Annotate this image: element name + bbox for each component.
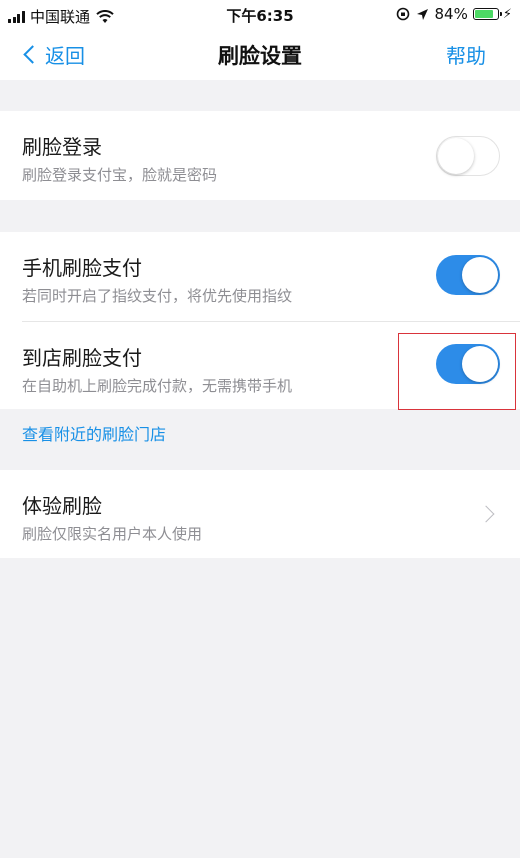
try-face-title: 体验刷脸 [22, 494, 102, 518]
try-face-subtitle: 刷脸仅限实名用户本人使用 [22, 525, 203, 543]
try-face-cell[interactable]: 体验刷脸 刷脸仅限实名用户本人使用 [0, 470, 520, 558]
store-face-pay-toggle[interactable] [436, 344, 500, 384]
face-pay-section: 手机刷脸支付 若同时开启了指纹支付，将优先使用指纹 到店刷脸支付 在自助机上刷脸… [0, 232, 520, 409]
face-login-toggle[interactable] [436, 136, 500, 176]
page-title: 刷脸设置 [218, 44, 302, 68]
phone-face-pay-cell: 手机刷脸支付 若同时开启了指纹支付，将优先使用指纹 [0, 232, 520, 321]
help-button[interactable]: 帮助 [446, 40, 486, 69]
status-bar: 中国联通 下午6:35 84% ⚡ [0, 0, 520, 30]
phone-face-pay-title: 手机刷脸支付 [22, 256, 142, 280]
toggle-knob [438, 138, 474, 174]
phone-face-pay-toggle[interactable] [436, 255, 500, 295]
orientation-lock-icon [396, 7, 409, 21]
store-face-pay-subtitle: 在自助机上刷脸完成付款，无需携带手机 [22, 377, 293, 395]
face-login-section: 刷脸登录 刷脸登录支付宝，脸就是密码 [0, 111, 520, 200]
battery-percent: 84% [434, 5, 468, 23]
charging-icon: ⚡ [502, 6, 512, 22]
location-icon [416, 8, 428, 20]
toggle-knob [462, 257, 498, 293]
face-login-cell: 刷脸登录 刷脸登录支付宝，脸就是密码 [0, 111, 520, 200]
store-face-pay-cell: 到店刷脸支付 在自助机上刷脸完成付款，无需携带手机 [0, 321, 520, 409]
nearby-stores-link[interactable]: 查看附近的刷脸门店 [22, 421, 166, 445]
status-right: 84% ⚡ [396, 5, 512, 23]
store-face-pay-title: 到店刷脸支付 [22, 346, 142, 370]
chevron-right-icon [477, 505, 495, 523]
try-face-section: 体验刷脸 刷脸仅限实名用户本人使用 [0, 470, 520, 558]
navigation-bar: 返回 刷脸设置 帮助 [0, 30, 520, 80]
battery-icon [472, 8, 502, 20]
phone-face-pay-subtitle: 若同时开启了指纹支付，将优先使用指纹 [22, 287, 293, 305]
face-login-title: 刷脸登录 [22, 135, 102, 159]
toggle-knob [462, 346, 498, 382]
face-login-subtitle: 刷脸登录支付宝，脸就是密码 [22, 166, 218, 184]
